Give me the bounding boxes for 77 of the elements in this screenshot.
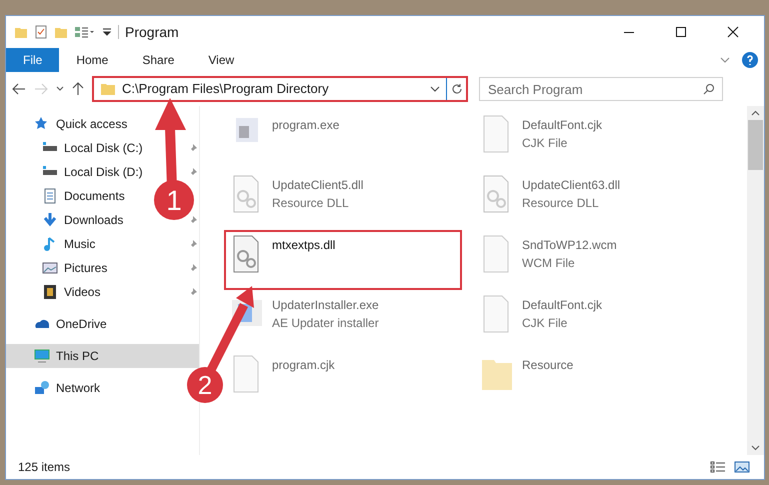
- selection-frame[interactable]: mtxextps.dll: [224, 230, 462, 290]
- file-item[interactable]: UpdateClient5.dll Resource DLL: [224, 170, 462, 230]
- scroll-up-icon[interactable]: [751, 110, 760, 116]
- file-item[interactable]: UpdaterInstaller.exe AE Updater installer: [224, 290, 462, 350]
- recent-locations-icon[interactable]: [56, 86, 64, 92]
- search-icon: [703, 83, 715, 95]
- customize-toolbar-icon[interactable]: [102, 27, 112, 37]
- step-number: 1: [166, 185, 182, 216]
- file-name: UpdaterInstaller.exe: [272, 297, 379, 314]
- monitor-icon: [34, 348, 50, 364]
- file-type: CJK File: [522, 135, 568, 152]
- minimize-icon: [623, 30, 635, 34]
- sidebar-item[interactable]: OneDrive: [6, 312, 156, 336]
- sidebar-item[interactable]: Downloads: [6, 208, 156, 232]
- file-item[interactable]: program.exe: [224, 110, 462, 170]
- sidebar-item[interactable]: Music: [6, 232, 156, 256]
- address-path: C:\Program Files\Program Directory: [122, 80, 330, 98]
- file-type: Resource DLL: [272, 195, 350, 212]
- dropdown-caret-icon[interactable]: [430, 86, 440, 92]
- star-icon: [34, 116, 50, 132]
- file-name: mtxextps.dll: [272, 237, 336, 254]
- expand-ribbon-icon[interactable]: [720, 57, 730, 63]
- file-name: UpdateClient5.dll: [272, 177, 364, 194]
- file-type: AE Updater installer: [272, 315, 379, 332]
- large-icons-view-icon[interactable]: [734, 460, 750, 474]
- file-name: SndToWP12.wcm: [522, 237, 617, 254]
- ribbon-tab[interactable]: File: [6, 48, 60, 72]
- scrollbar[interactable]: [747, 106, 764, 455]
- close-icon: [727, 26, 739, 38]
- file-name: UpdateClient63.dll: [522, 177, 620, 194]
- window-title: Program: [125, 22, 179, 42]
- file-type: Resource DLL: [522, 195, 600, 212]
- scroll-thumb[interactable]: [748, 120, 763, 170]
- file-item[interactable]: UpdateClient63.dll Resource DLL: [474, 170, 712, 230]
- step-badge: [154, 180, 194, 220]
- ribbon-tab[interactable]: View: [191, 48, 252, 72]
- network-icon: [34, 380, 50, 396]
- sidebar-item[interactable]: Local Disk (C:): [6, 136, 156, 160]
- sidebar-item[interactable]: Quick access: [6, 112, 156, 136]
- file-item[interactable]: Resource: [474, 350, 712, 410]
- file-item[interactable]: DefaultFont.cjk CJK File: [474, 110, 712, 170]
- help-icon[interactable]: [742, 52, 758, 68]
- properties-icon[interactable]: [34, 25, 48, 39]
- ribbon-tab[interactable]: Home: [59, 48, 126, 72]
- folder-icon: [100, 82, 116, 96]
- step-badge: [187, 367, 223, 403]
- down-arrow-icon: [42, 212, 58, 228]
- document-icon: [42, 188, 58, 204]
- file-name: Resource: [522, 357, 574, 374]
- details-view-icon[interactable]: [710, 460, 726, 474]
- sidebar-item[interactable]: Pictures: [6, 256, 156, 280]
- file-item[interactable]: DefaultFont.cjk CJK File: [474, 290, 712, 350]
- file-type: WCM File: [522, 255, 576, 272]
- back-arrow-icon[interactable]: [12, 83, 26, 95]
- address-bar[interactable]: C:\Program Files\Program Directory: [92, 76, 468, 102]
- view-options-icon[interactable]: [74, 25, 96, 39]
- film-icon: [42, 284, 58, 300]
- file-type: CJK File: [522, 315, 568, 332]
- maximize-icon: [675, 26, 687, 38]
- search-field[interactable]: Search Program: [479, 77, 723, 101]
- step-number: 2: [198, 370, 212, 400]
- file-name: program.cjk: [272, 357, 335, 374]
- sidebar-item[interactable]: Network: [6, 376, 156, 400]
- scroll-down-icon[interactable]: [751, 445, 760, 451]
- item-count: 125 items: [18, 459, 70, 476]
- up-arrow-icon[interactable]: [72, 82, 84, 96]
- file-name: DefaultFont.cjk: [522, 117, 602, 134]
- sidebar-item[interactable]: Local Disk (D:): [6, 160, 156, 184]
- ribbon-tab[interactable]: Share: [125, 48, 192, 72]
- file-item[interactable]: program.cjk: [224, 350, 462, 410]
- picture-icon: [42, 260, 58, 276]
- file-item[interactable]: SndToWP12.wcm WCM File: [474, 230, 712, 290]
- file-name: program.exe: [272, 117, 340, 134]
- sidebar-item[interactable]: Documents: [6, 184, 156, 208]
- refresh-icon: [450, 83, 462, 95]
- sidebar-item[interactable]: Videos: [6, 280, 156, 304]
- file-name: DefaultFont.cjk: [522, 297, 602, 314]
